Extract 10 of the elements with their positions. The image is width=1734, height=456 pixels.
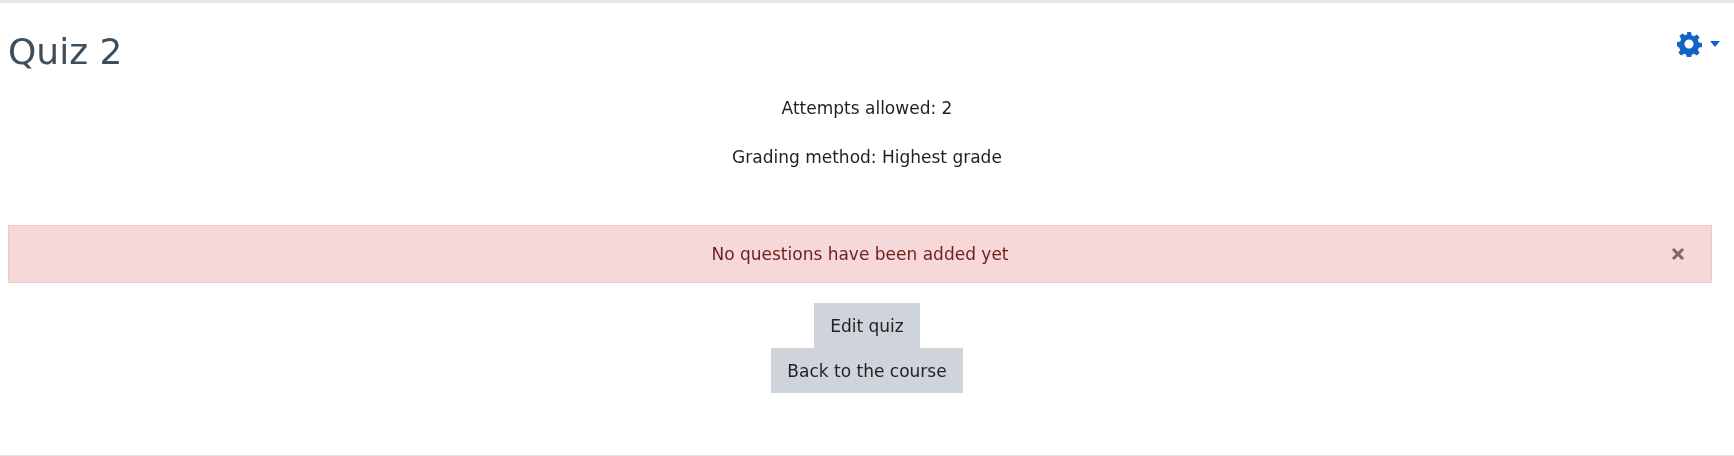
info-text: Attempts allowed: 2 (781, 98, 953, 118)
caret-icon (1710, 41, 1720, 47)
settings-menu[interactable] (1676, 31, 1720, 57)
action-button[interactable]: Back to the course (771, 348, 963, 393)
alert-message: No questions have been added yet (711, 244, 1009, 264)
info-text: Grading method: Highest grade (732, 147, 1002, 167)
settings-icon (1676, 31, 1702, 57)
page-title: Quiz 2 (8, 31, 123, 72)
close-icon[interactable] (1671, 247, 1685, 261)
action-button[interactable]: Edit quiz (814, 303, 920, 348)
